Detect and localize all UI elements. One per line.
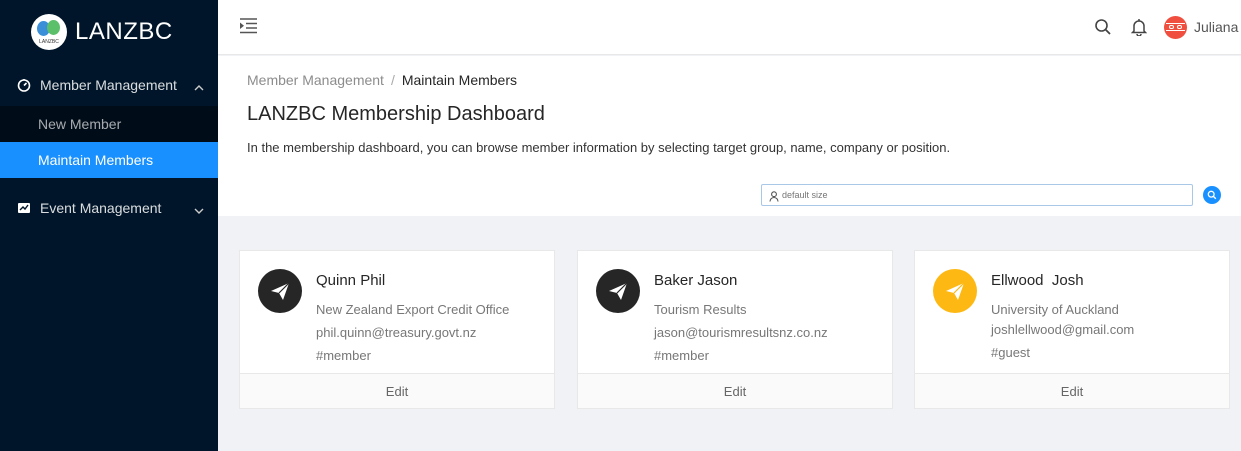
search-button[interactable]: [1203, 186, 1221, 204]
user-icon: [769, 189, 779, 207]
edit-button[interactable]: Edit: [915, 373, 1229, 408]
search-icon: [1207, 190, 1217, 200]
breadcrumb-parent[interactable]: Member Management: [247, 72, 384, 88]
bell-icon[interactable]: [1130, 18, 1148, 41]
member-name: Ellwood Josh: [991, 272, 1084, 289]
page-description: In the membership dashboard, you can bro…: [247, 140, 951, 155]
dashboard-icon: [16, 77, 32, 93]
member-organization: University of Auckland: [991, 302, 1119, 317]
member-search-input[interactable]: [782, 187, 1182, 203]
avatar[interactable]: [1164, 16, 1187, 39]
member-card: Quinn Phil New Zealand Export Credit Off…: [239, 250, 555, 409]
form-icon: [16, 200, 32, 216]
card-avatar: [596, 269, 640, 313]
edit-button[interactable]: Edit: [240, 373, 554, 408]
menu-member-management[interactable]: Member Management: [0, 64, 218, 106]
sidebar: LANZBC LANZBC Member Management New Memb…: [0, 0, 218, 451]
breadcrumb: Member Management / Maintain Members: [247, 72, 517, 88]
member-submenu: New Member Maintain Members: [0, 106, 218, 178]
member-tag: #guest: [991, 345, 1031, 360]
member-organization: New Zealand Export Credit Office: [316, 302, 510, 317]
member-email: phil.quinn@treasury.govt.nz: [316, 325, 477, 340]
member-name: Baker Jason: [654, 272, 738, 289]
edit-label: Edit: [385, 383, 409, 399]
send-icon: [271, 282, 290, 300]
sidebar-item-maintain-members[interactable]: Maintain Members: [0, 142, 218, 178]
member-card: Ellwood Josh University of Auckland josh…: [914, 250, 1230, 409]
member-search-box: [761, 184, 1193, 206]
menu-event-management-label: Event Management: [40, 200, 162, 216]
page-title: LANZBC Membership Dashboard: [247, 103, 545, 125]
sidebar-item-label: New Member: [38, 116, 122, 132]
member-email: jason@tourismresultsnz.co.nz: [654, 325, 828, 340]
top-header: Juliana: [218, 0, 1241, 55]
menu-event-management[interactable]: Event Management: [0, 187, 218, 229]
card-avatar: [933, 269, 977, 313]
member-tag: #member: [654, 348, 709, 363]
member-tag: #member: [316, 348, 371, 363]
sidebar-item-label: Maintain Members: [38, 152, 154, 168]
send-icon: [609, 282, 628, 300]
member-card: Baker Jason Tourism Results jason@touris…: [577, 250, 893, 409]
edit-label: Edit: [723, 383, 747, 399]
chevron-up-icon: [194, 79, 204, 95]
card-avatar: [258, 269, 302, 313]
send-icon: [946, 282, 965, 300]
edit-button[interactable]: Edit: [578, 373, 892, 408]
member-organization: Tourism Results: [654, 302, 747, 317]
page-header: Member Management / Maintain Members LANZB…: [218, 56, 1241, 216]
logo[interactable]: LANZBC LANZBC: [0, 0, 218, 64]
search-icon[interactable]: [1094, 18, 1112, 41]
sidebar-item-new-member[interactable]: New Member: [0, 106, 218, 142]
member-name: Quinn Phil: [316, 272, 386, 289]
breadcrumb-separator: /: [390, 72, 395, 88]
logo-icon: LANZBC: [31, 14, 67, 50]
breadcrumb-current: Maintain Members: [401, 72, 517, 88]
menu-fold-icon[interactable]: [240, 18, 258, 39]
edit-label: Edit: [1060, 383, 1084, 399]
member-email: joshlellwood@gmail.com: [991, 322, 1135, 337]
username[interactable]: Juliana: [1194, 19, 1238, 35]
logo-small-text: LANZBC: [39, 39, 59, 45]
app-title: LANZBC: [75, 18, 173, 45]
chevron-down-icon: [194, 202, 204, 218]
menu-member-management-label: Member Management: [40, 77, 177, 93]
